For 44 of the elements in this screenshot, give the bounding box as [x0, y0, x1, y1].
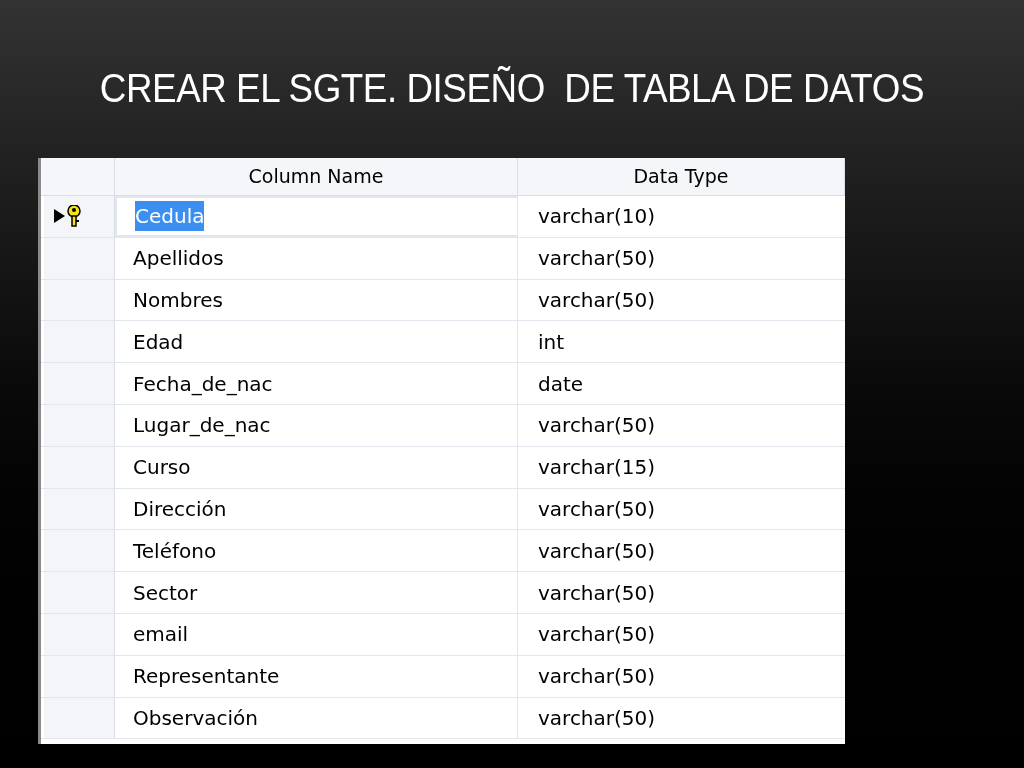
column-name-text: Cedula	[135, 201, 205, 232]
column-name-cell[interactable]: Sector	[115, 572, 518, 613]
row-pointer-icon	[54, 209, 65, 224]
data-type-cell[interactable]: varchar(15)	[518, 446, 845, 488]
column-header[interactable]: Column Name	[115, 158, 518, 195]
data-type-cell[interactable]: varchar(10)	[518, 196, 845, 237]
data-type-cell[interactable]: varchar(50)	[518, 237, 845, 279]
column-name-text: Lugar_de_nac	[133, 412, 271, 440]
data-type-cell[interactable]: date	[518, 363, 845, 404]
data-type-cell[interactable]: varchar(50)	[518, 697, 845, 739]
column-name-text: Curso	[133, 454, 191, 482]
column-name-cell[interactable]: Fecha_de_nac	[115, 363, 518, 404]
column-name-cell[interactable]: Nombres	[115, 279, 518, 321]
column-name-cell[interactable]: Apellidos	[115, 237, 518, 279]
column-name-cell[interactable]: Teléfono	[115, 530, 518, 572]
slide-title: CREAR EL SGTE. DISEÑO DE TABLA DE DATOS	[99, 65, 925, 112]
data-type-cell[interactable]: varchar(50)	[518, 530, 845, 572]
column-name-cell[interactable]: Dirección	[115, 488, 518, 530]
column-name-text: Sector	[133, 579, 198, 607]
data-type-cell[interactable]: int	[518, 321, 845, 363]
column-name-cell[interactable]: Edad	[115, 321, 518, 363]
data-type-cell[interactable]: varchar(50)	[518, 655, 845, 697]
data-type-cell[interactable]: varchar(50)	[518, 488, 845, 530]
column-name-text: Edad	[133, 328, 184, 356]
column-name-text: email	[133, 621, 189, 649]
column-name-cell[interactable]: Representante	[115, 655, 518, 697]
column-name-cell[interactable]: Curso	[115, 446, 518, 488]
column-name-text: Nombres	[133, 287, 223, 314]
data-type-cell[interactable]: varchar(50)	[518, 613, 845, 655]
column-name-text: Teléfono	[133, 537, 217, 565]
column-name-cell[interactable]: Lugar_de_nac	[115, 405, 518, 446]
column-name-text: Fecha_de_nac	[133, 370, 273, 398]
column-name-text: Dirección	[133, 495, 227, 523]
column-name-text: Observación	[133, 704, 258, 732]
key-icon	[66, 205, 82, 228]
data-type-cell[interactable]: varchar(50)	[518, 405, 845, 446]
row-selector[interactable]	[44, 196, 115, 237]
column-header[interactable]: Data Type	[518, 158, 845, 195]
data-type-cell[interactable]: varchar(50)	[518, 279, 845, 321]
data-type-cell[interactable]: varchar(50)	[518, 572, 845, 613]
column-name-cell[interactable]: Observación	[115, 697, 518, 739]
column-name-text: Apellidos	[133, 245, 224, 273]
column-name-cell[interactable]: email	[115, 613, 518, 655]
column-name-text: Representante	[133, 663, 280, 691]
